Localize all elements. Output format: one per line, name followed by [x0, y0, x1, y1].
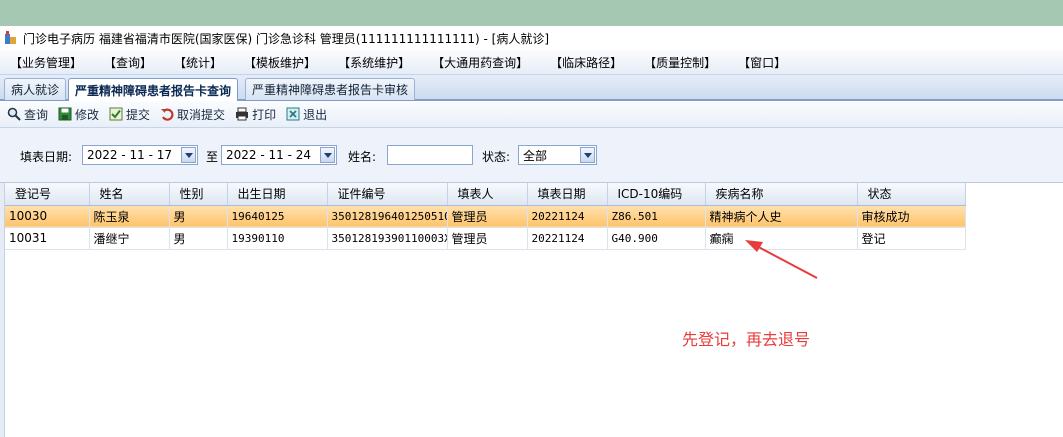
window-titlebar: 门诊电子病历 福建省福清市医院(国家医保) 门诊急诊科 管理员(11111111…	[0, 26, 1063, 50]
table-row[interactable]: 10030 陈玉泉 男 19640125 350128196401250510 …	[5, 205, 966, 228]
name-label: 姓名:	[348, 150, 377, 164]
name-input[interactable]	[387, 145, 473, 165]
chevron-down-icon[interactable]	[320, 147, 335, 163]
app-icon	[4, 31, 18, 45]
cancel-submit-button[interactable]: 取消提交	[159, 106, 225, 123]
submit-button[interactable]: 提交	[108, 106, 150, 123]
query-button[interactable]: 查询	[6, 106, 48, 123]
table-cell: 登记	[857, 227, 966, 250]
check-icon	[108, 107, 123, 122]
table-cell: 男	[169, 227, 228, 250]
print-button[interactable]: 打印	[234, 106, 276, 123]
printer-icon	[234, 107, 249, 122]
column-header[interactable]: 姓名	[89, 183, 170, 206]
exit-icon	[285, 107, 300, 122]
search-icon	[6, 107, 21, 122]
table-cell: 10031	[5, 227, 90, 250]
table-cell: 20221124	[527, 205, 608, 228]
table-cell: 20221124	[527, 227, 608, 250]
table-header-row: 登记号 姓名 性别 出生日期 证件编号 填表人 填表日期 ICD-10编码 疾病…	[5, 183, 966, 206]
menu-query[interactable]: 【查询】	[104, 54, 152, 71]
tab-patient-visit[interactable]: 病人就诊	[4, 78, 67, 100]
table-cell: 男	[169, 205, 228, 228]
menu-system[interactable]: 【系统维护】	[338, 54, 410, 71]
date-from-picker[interactable]: 2022 - 11 - 17	[82, 145, 198, 165]
column-header[interactable]: 性别	[169, 183, 228, 206]
table-cell: 350128196401250510	[327, 205, 448, 228]
modify-button[interactable]: 修改	[57, 106, 99, 123]
results-grid: 登记号 姓名 性别 出生日期 证件编号 填表人 填表日期 ICD-10编码 疾病…	[0, 183, 1063, 437]
undo-icon	[159, 107, 174, 122]
chevron-down-icon[interactable]	[181, 147, 196, 163]
column-header[interactable]: 出生日期	[227, 183, 328, 206]
window-title: 门诊电子病历 福建省福清市医院(国家医保) 门诊急诊科 管理员(11111111…	[23, 31, 550, 46]
annotation-arrow	[745, 240, 818, 279]
date-to-picker[interactable]: 2022 - 11 - 24	[221, 145, 337, 165]
tab-report-card-review[interactable]: 严重精神障碍患者报告卡审核	[245, 78, 416, 100]
tab-bar: 病人就诊 严重精神障碍患者报告卡查询 严重精神障碍患者报告卡审核	[0, 75, 1063, 102]
menu-drug-query[interactable]: 【大通用药查询】	[432, 54, 528, 71]
table-cell: 19390110	[227, 227, 328, 250]
table-cell: G40.900	[607, 227, 706, 250]
status-label: 状态:	[482, 150, 511, 164]
to-label: 至	[206, 150, 219, 164]
date-label: 填表日期:	[20, 150, 73, 164]
table-cell: 35012819390110003X	[327, 227, 448, 250]
table-cell: 管理员	[447, 227, 528, 250]
column-header[interactable]: 填表日期	[527, 183, 608, 206]
menu-bar: 【业务管理】 【查询】 【统计】 【模板维护】 【系统维护】 【大通用药查询】 …	[0, 50, 1063, 75]
annotation-note: 先登记，再去退号	[682, 330, 811, 349]
toolbar: 查询 修改 提交 取消提交 打印 退出	[0, 101, 1063, 128]
exit-button[interactable]: 退出	[285, 106, 327, 123]
table-cell: Z86.501	[607, 205, 706, 228]
column-header[interactable]: 填表人	[447, 183, 528, 206]
table-cell: 审核成功	[857, 205, 966, 228]
table-cell: 精神病个人史	[705, 205, 858, 228]
table-cell: 19640125	[227, 205, 328, 228]
table-cell: 陈玉泉	[89, 205, 170, 228]
table-cell: 10030	[5, 205, 90, 228]
menu-clinical-path[interactable]: 【临床路径】	[550, 54, 622, 71]
column-header[interactable]: ICD-10编码	[607, 183, 706, 206]
column-header[interactable]: 证件编号	[327, 183, 448, 206]
status-select[interactable]: 全部	[518, 145, 597, 165]
column-header[interactable]: 疾病名称	[705, 183, 858, 206]
tab-report-card-query[interactable]: 严重精神障碍患者报告卡查询	[68, 78, 239, 102]
menu-statistics[interactable]: 【统计】	[174, 54, 222, 71]
column-header[interactable]: 状态	[857, 183, 966, 206]
top-strip	[0, 0, 1063, 26]
menu-window[interactable]: 【窗口】	[738, 54, 786, 71]
chevron-down-icon[interactable]	[580, 147, 595, 163]
menu-template[interactable]: 【模板维护】	[244, 54, 316, 71]
table-cell: 管理员	[447, 205, 528, 228]
filter-panel: 填表日期: 2022 - 11 - 17 至 2022 - 11 - 24 姓名…	[0, 128, 1063, 183]
save-disk-icon	[57, 107, 72, 122]
column-header[interactable]: 登记号	[5, 183, 90, 206]
table-cell: 潘继宁	[89, 227, 170, 250]
menu-business[interactable]: 【业务管理】	[10, 54, 82, 71]
menu-quality[interactable]: 【质量控制】	[644, 54, 716, 71]
